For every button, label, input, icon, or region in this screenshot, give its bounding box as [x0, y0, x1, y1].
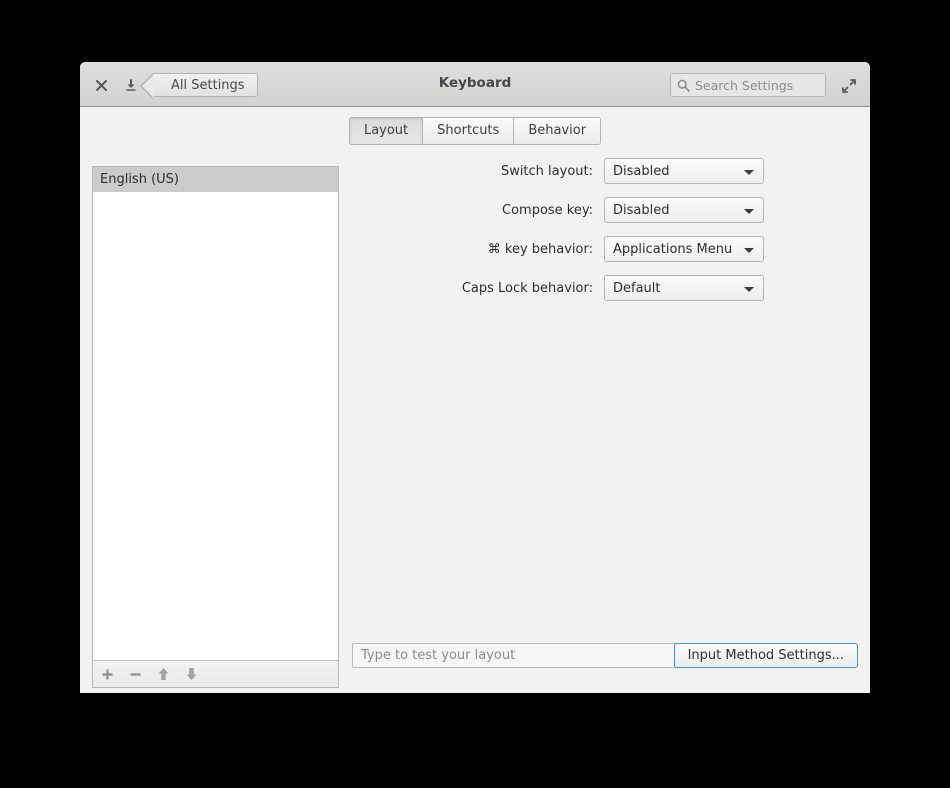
chevron-down-icon	[744, 248, 754, 253]
caps-lock-behavior-dropdown[interactable]: Default	[604, 275, 764, 301]
search-input[interactable]	[695, 75, 851, 95]
switch-layout-dropdown[interactable]: Disabled	[604, 158, 764, 184]
super-key-behavior-label: ⌘ key behavior:	[487, 241, 593, 257]
keyboard-layout-list[interactable]: English (US)	[93, 167, 338, 661]
setting-row-compose-key: Compose key: Disabled	[355, 197, 855, 223]
setting-row-caps-lock-behavior: Caps Lock behavior: Default	[355, 275, 855, 301]
tab-behavior[interactable]: Behavior	[514, 118, 601, 144]
switch-layout-label: Switch layout:	[500, 163, 593, 179]
test-layout-input[interactable]	[352, 643, 692, 668]
keyboard-settings-window: All Settings Keyboard Layout Shortcuts B…	[80, 62, 870, 693]
tab-shortcuts[interactable]: Shortcuts	[423, 118, 515, 144]
add-layout-button[interactable]	[93, 661, 121, 687]
compose-key-label: Compose key:	[502, 202, 593, 218]
compose-key-value: Disabled	[613, 202, 670, 218]
super-key-behavior-value: Applications Menu	[613, 241, 733, 257]
all-settings-label: All Settings	[171, 77, 245, 93]
setting-row-switch-layout: Switch layout: Disabled	[355, 158, 855, 184]
switch-layout-value: Disabled	[613, 163, 670, 179]
keyboard-settings-form: Switch layout: Disabled Compose key: Dis…	[355, 158, 855, 314]
search-icon	[677, 79, 690, 92]
tab-layout[interactable]: Layout	[349, 118, 424, 144]
caps-lock-behavior-label: Caps Lock behavior:	[461, 280, 593, 296]
remove-layout-button[interactable]	[121, 661, 149, 687]
chevron-down-icon	[744, 209, 754, 214]
input-method-settings-button[interactable]: Input Method Settings...	[673, 643, 858, 668]
caps-lock-behavior-value: Default	[613, 280, 661, 296]
setting-row-super-key-behavior: ⌘ key behavior: Applications Menu	[355, 236, 855, 262]
chevron-down-icon	[744, 170, 754, 175]
compose-key-dropdown[interactable]: Disabled	[604, 197, 764, 223]
move-layout-down-button[interactable]	[177, 661, 205, 687]
keyboard-layout-list-panel: English (US)	[92, 166, 339, 688]
maximize-icon[interactable]	[838, 75, 860, 97]
chevron-down-icon	[744, 287, 754, 292]
list-item[interactable]: English (US)	[93, 167, 338, 192]
search-box[interactable]	[670, 73, 851, 97]
title-bar: All Settings Keyboard	[80, 62, 870, 107]
move-layout-up-button[interactable]	[149, 661, 177, 687]
layout-list-toolbar	[93, 660, 338, 687]
super-key-behavior-dropdown[interactable]: Applications Menu	[604, 236, 764, 262]
tab-bar: Layout Shortcuts Behavior	[80, 117, 870, 145]
